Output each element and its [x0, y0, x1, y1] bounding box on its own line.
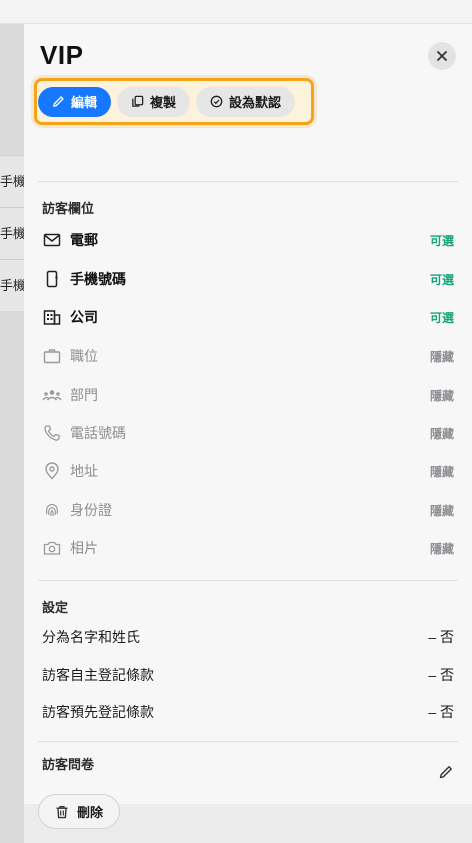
delete-button[interactable]: 刪除 — [38, 794, 120, 829]
location-pin-icon — [42, 461, 62, 481]
copy-button[interactable]: 複製 — [117, 86, 191, 117]
edit-questionnaire-button[interactable] — [438, 764, 454, 780]
background-app — [0, 0, 472, 843]
field-label: 部門 — [70, 387, 98, 403]
close-icon — [437, 51, 447, 61]
trash-icon — [56, 805, 68, 818]
copy-icon — [132, 95, 144, 107]
field-row-position: 職位 隱藏 — [42, 344, 454, 368]
field-label: 電話號碼 — [70, 425, 126, 441]
field-row-id-card: 身份證 隱藏 — [42, 498, 454, 522]
mobile-icon — [42, 269, 62, 289]
setting-value: – 否 — [428, 667, 454, 683]
edit-button[interactable]: 編輯 — [38, 86, 112, 117]
pencil-icon — [53, 96, 64, 107]
building-icon — [42, 307, 62, 327]
panel-title: VIP — [40, 40, 84, 70]
field-status: 可選 — [429, 310, 454, 325]
field-status: 可選 — [429, 233, 454, 248]
setting-value: – 否 — [428, 704, 454, 720]
field-row-phone: 電話號碼 隱藏 — [42, 421, 454, 445]
questionnaire-section-title: 訪客問卷 — [42, 757, 95, 772]
divider — [38, 580, 458, 581]
field-row-email: 電郵 可選 — [42, 228, 454, 252]
set-default-button[interactable]: 設為默認 — [196, 86, 296, 117]
field-row-company: 公司 可選 — [42, 305, 454, 329]
field-row-photo: 相片 隱藏 — [42, 536, 454, 560]
delete-button-label: 刪除 — [76, 805, 103, 820]
setting-row-self-registration-terms: 訪客自主登記條款 – 否 — [42, 664, 454, 686]
briefcase-icon — [42, 346, 62, 366]
settings-section-title: 設定 — [42, 600, 69, 615]
setting-value: – 否 — [428, 629, 454, 645]
field-status: 隱藏 — [429, 503, 454, 518]
field-status: 隱藏 — [429, 541, 454, 556]
background-top-strip — [0, 0, 472, 24]
field-row-address: 地址 隱藏 — [42, 459, 454, 483]
setting-label: 訪客預先登記條款 — [42, 704, 154, 720]
visitor-fields-section-title: 訪客欄位 — [42, 201, 95, 216]
action-toolbar: 編輯 複製 設為默認 — [34, 78, 314, 125]
template-detail-panel: VIP 編輯 複製 設為默認 訪客欄位 電郵 可選 手機號碼 可選 公司 可選 … — [24, 24, 472, 829]
setting-label: 分為名字和姓氏 — [42, 629, 140, 645]
field-status: 隱藏 — [429, 426, 454, 441]
field-label: 職位 — [70, 348, 98, 364]
people-icon — [42, 385, 62, 405]
field-label: 手機號碼 — [70, 271, 126, 287]
field-status: 可選 — [429, 272, 454, 287]
check-circle-icon — [210, 95, 223, 108]
setting-row-split-name: 分為名字和姓氏 – 否 — [42, 626, 454, 648]
edit-button-label: 編輯 — [71, 95, 98, 110]
divider — [38, 181, 458, 182]
field-row-department: 部門 隱藏 — [42, 383, 454, 407]
camera-icon — [42, 538, 62, 558]
field-label: 公司 — [70, 309, 98, 325]
pencil-icon — [439, 766, 452, 779]
setting-row-pre-registration-terms: 訪客預先登記條款 – 否 — [42, 701, 454, 723]
field-label: 相片 — [70, 540, 98, 556]
fingerprint-icon — [42, 500, 62, 520]
divider — [38, 741, 458, 742]
set-default-button-label: 設為默認 — [229, 95, 282, 110]
field-status: 隱藏 — [429, 464, 454, 479]
field-status: 隱藏 — [429, 349, 454, 364]
phone-icon — [42, 423, 62, 443]
field-label: 地址 — [70, 463, 98, 479]
field-row-mobile: 手機號碼 可選 — [42, 267, 454, 291]
field-label: 身份證 — [70, 502, 112, 518]
field-status: 隱藏 — [429, 388, 454, 403]
mail-icon — [42, 230, 62, 250]
setting-label: 訪客自主登記條款 — [42, 667, 154, 683]
copy-button-label: 複製 — [150, 95, 177, 110]
close-button[interactable] — [428, 42, 456, 70]
field-label: 電郵 — [70, 232, 98, 248]
